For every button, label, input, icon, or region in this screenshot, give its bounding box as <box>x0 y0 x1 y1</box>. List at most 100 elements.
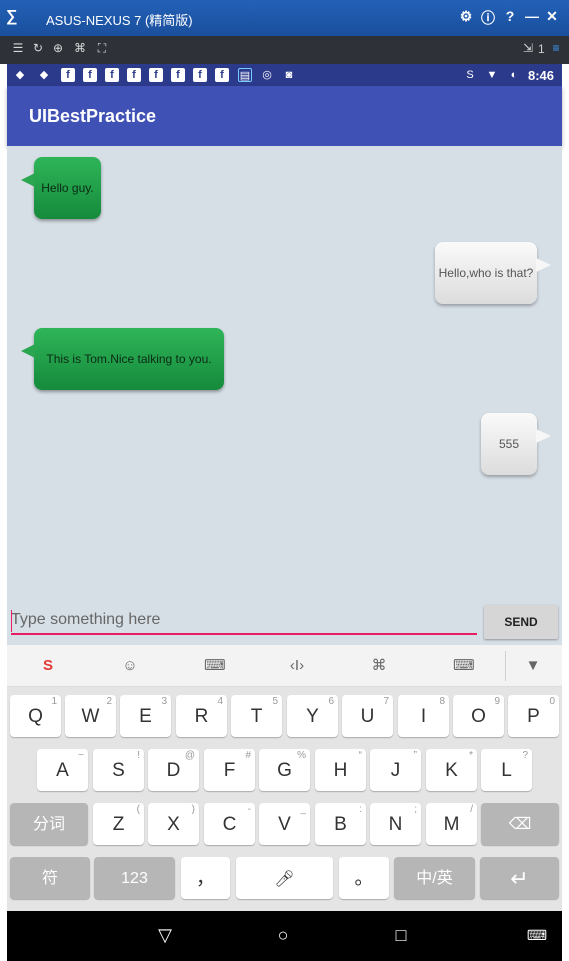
key-hint: 3 <box>161 696 167 707</box>
key-m[interactable]: M / <box>426 803 477 845</box>
key-y[interactable]: Y6 <box>287 695 338 737</box>
space-key[interactable]: 🎤︎ <box>236 857 333 899</box>
key-hint: ~ <box>78 750 84 761</box>
key-label: L <box>501 760 512 781</box>
backspace-key[interactable]: ⌫ <box>481 803 559 845</box>
emoji-icon[interactable]: ☺ <box>120 657 140 675</box>
cursor-move-icon[interactable]: ‹I› <box>287 657 307 675</box>
key-label: U <box>360 706 375 727</box>
key-u[interactable]: U7 <box>342 695 393 737</box>
keyboard-settings-icon[interactable]: ⌨ <box>453 657 475 675</box>
comma-key[interactable]: ， <box>181 857 230 899</box>
status-time: 8:46 <box>527 68 554 83</box>
command-icon[interactable]: ⌘ <box>369 657 389 675</box>
key-q[interactable]: Q1 <box>10 695 61 737</box>
status-bar: ◆ ◆ f f f f f f f f ▤ ◎ ◙ S ▼ ◐ 8:46 <box>7 64 562 86</box>
key-p[interactable]: P0 <box>508 695 559 737</box>
app-bar: UIBestPractice <box>7 86 562 146</box>
sogou-icon: S <box>466 69 474 81</box>
key-hint: 5 <box>272 696 278 707</box>
key-hint: : <box>359 804 362 815</box>
keyboard-switch-icon[interactable]: ⌨ <box>525 923 549 947</box>
key-hint: ! <box>137 750 140 761</box>
key-s[interactable]: S! <box>93 749 144 791</box>
key-w[interactable]: W2 <box>65 695 116 737</box>
message-list[interactable]: Hello guy. Hello,who is that? This is To… <box>7 146 562 605</box>
key-hint: ) <box>191 804 195 815</box>
key-h[interactable]: H “ <box>315 749 366 791</box>
settings-icon[interactable]: ⚙ <box>458 8 474 26</box>
menu-list-icon[interactable]: ☰ <box>10 41 26 57</box>
period-key[interactable]: 。 <box>339 857 389 899</box>
key-label: H <box>333 760 348 781</box>
zoom-icon[interactable]: ⊕ <box>50 41 66 57</box>
recents-icon[interactable]: □ <box>389 923 413 947</box>
export-icon[interactable]: ⇲ <box>520 41 536 57</box>
key-r[interactable]: R4 <box>176 695 227 737</box>
key-o[interactable]: O9 <box>453 695 504 737</box>
back-icon[interactable]: ▽ <box>153 923 177 947</box>
segment-key[interactable]: 分词 <box>10 803 88 845</box>
voicemail-icon: ◙ <box>285 69 293 81</box>
send-button[interactable]: SEND <box>484 605 558 639</box>
number-key[interactable]: 123 <box>94 857 175 899</box>
toolbar-divider <box>505 651 506 681</box>
chevron-down-icon[interactable]: ▼ <box>523 657 543 675</box>
home-icon[interactable]: ○ <box>271 923 295 947</box>
enter-key[interactable]: ↵ <box>480 857 559 899</box>
key-t[interactable]: T5 <box>231 695 282 737</box>
key-k[interactable]: K * <box>426 749 477 791</box>
keyboard-toolbar: S ☺ ⌨ ‹I› ⌘ ⌨ ▼ <box>7 645 562 687</box>
android-device: ◆ ◆ f f f f f f f f ▤ ◎ ◙ S ▼ ◐ 8:46 UIB… <box>7 64 562 961</box>
screenshot-icon[interactable]: ⌘ <box>72 41 88 57</box>
facebook-icon: f <box>61 68 75 82</box>
symbol-key[interactable]: 符 <box>10 857 90 899</box>
key-n[interactable]: N; <box>370 803 421 845</box>
key-label: I <box>420 706 427 727</box>
key-f[interactable]: F # <box>204 749 255 791</box>
key-c[interactable]: C- <box>204 803 255 845</box>
key-hint: - <box>247 804 251 815</box>
key-hint: 2 <box>106 696 112 707</box>
key-label: K <box>445 760 458 781</box>
instagram-icon: ◎ <box>262 69 272 81</box>
help-icon[interactable]: ? <box>502 8 518 26</box>
emulator-toolbar: ☰ ↻ ⊕ ⌘ ⛶ ⇲ 1 ≡ <box>0 36 569 64</box>
key-j[interactable]: J” <box>370 749 421 791</box>
key-hint: ( <box>136 804 140 815</box>
key-label: E <box>139 706 152 727</box>
info-icon[interactable]: ⓘ <box>480 8 496 26</box>
app-title: UIBestPractice <box>29 106 157 126</box>
key-label: B <box>334 814 347 835</box>
diamond-app-icon: ◆ <box>39 69 49 81</box>
key-l[interactable]: L? <box>481 749 532 791</box>
list-icon[interactable]: ≡ <box>548 41 564 57</box>
message-input[interactable] <box>11 607 477 635</box>
rotate-icon[interactable]: ↻ <box>30 41 46 57</box>
key-v[interactable]: V _ <box>259 803 310 845</box>
facebook-icon: f <box>215 68 229 82</box>
keyboard-icon[interactable]: ⌨ <box>204 657 226 675</box>
key-e[interactable]: E3 <box>120 695 171 737</box>
sigma-logo-icon: ∑ <box>6 8 18 25</box>
key-hint: ? <box>522 750 528 761</box>
key-a[interactable]: A ~ <box>37 749 88 791</box>
key-hint: * <box>469 750 473 761</box>
minimize-icon[interactable]: — <box>524 8 540 26</box>
message-sent: 555 <box>481 413 551 475</box>
key-label: S <box>112 760 125 781</box>
key-i[interactable]: I8 <box>398 695 449 737</box>
language-switch-key[interactable]: 中/英 <box>394 857 475 899</box>
fullscreen-icon[interactable]: ⛶ <box>94 41 110 57</box>
key-d[interactable]: D @ <box>148 749 199 791</box>
sogou-logo-icon[interactable]: S <box>38 657 58 675</box>
key-b[interactable]: B: <box>315 803 366 845</box>
key-label: P <box>527 706 540 727</box>
battery-icon: ◐ <box>510 69 518 81</box>
key-g[interactable]: G% <box>259 749 310 791</box>
key-z[interactable]: Z( <box>93 803 144 845</box>
key-label: O <box>471 706 486 727</box>
enter-icon: ↵ <box>510 866 529 891</box>
close-icon[interactable]: ✕ <box>544 8 560 26</box>
key-x[interactable]: X) <box>148 803 199 845</box>
